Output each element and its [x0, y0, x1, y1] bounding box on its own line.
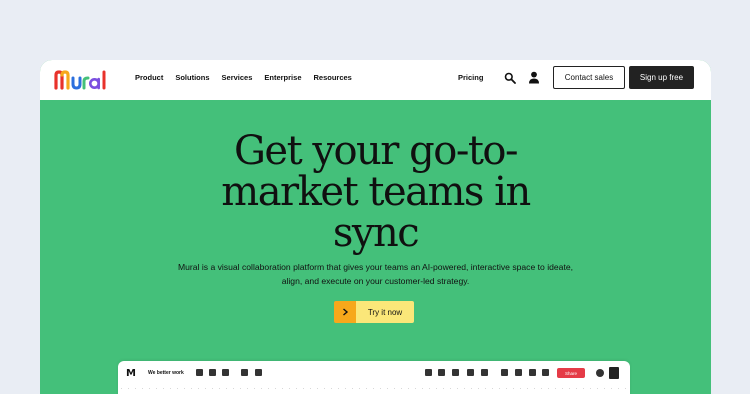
redo-icon [209, 369, 216, 376]
preview-toolbar: M We better work Share [118, 361, 630, 385]
user-icon[interactable] [528, 71, 540, 84]
mural-logo-mark [54, 70, 106, 90]
hero-headline-line-2: market teams in [221, 169, 531, 215]
nav-product[interactable]: Product [135, 73, 163, 82]
timer-icon [222, 369, 229, 376]
hero-headline: Get your go-to- market teams in sync [40, 131, 711, 254]
gift-icon [481, 369, 488, 376]
chevron-right-icon [334, 301, 356, 323]
nav-pricing[interactable]: Pricing [458, 73, 483, 82]
mural-logo[interactable] [54, 68, 110, 90]
browser-frame: Product Solutions Services Enterprise Re… [40, 60, 711, 394]
undo-icon [196, 369, 203, 376]
image-icon [438, 369, 445, 376]
nav-enterprise[interactable]: Enterprise [264, 73, 301, 82]
preview-share-button: Share [557, 368, 585, 378]
download-icon [241, 369, 248, 376]
pen-icon [467, 369, 474, 376]
hero-headline-line-1: Get your go-to- [233, 128, 519, 174]
search-icon[interactable] [504, 72, 516, 84]
more-icon [542, 369, 549, 376]
timer-tool-icon [425, 369, 432, 376]
primary-nav: Product Solutions Services Enterprise Re… [135, 73, 364, 82]
app-preview: M We better work Share [118, 361, 630, 394]
grid-icon [501, 369, 508, 376]
nav-services[interactable]: Services [222, 73, 253, 82]
preview-logo: M [126, 368, 136, 379]
hero-headline-line-3: sync [332, 210, 420, 256]
preview-board-title: We better work [148, 370, 184, 376]
nav-solutions[interactable]: Solutions [175, 73, 209, 82]
try-it-now-button[interactable]: Try it now [334, 301, 414, 323]
chart-icon [515, 369, 522, 376]
top-navbar: Product Solutions Services Enterprise Re… [40, 60, 711, 100]
help-icon [596, 369, 604, 377]
people-icon [452, 369, 459, 376]
hero-subtitle: Mural is a visual collaboration platform… [177, 262, 574, 286]
preview-canvas [118, 385, 630, 394]
nav-resources[interactable]: Resources [314, 73, 352, 82]
search-icon [255, 369, 262, 376]
avatar [609, 367, 619, 379]
users-icon [529, 369, 536, 376]
sign-up-button[interactable]: Sign up free [629, 66, 694, 89]
try-it-now-label: Try it now [356, 301, 414, 323]
contact-sales-button[interactable]: Contact sales [553, 66, 625, 89]
